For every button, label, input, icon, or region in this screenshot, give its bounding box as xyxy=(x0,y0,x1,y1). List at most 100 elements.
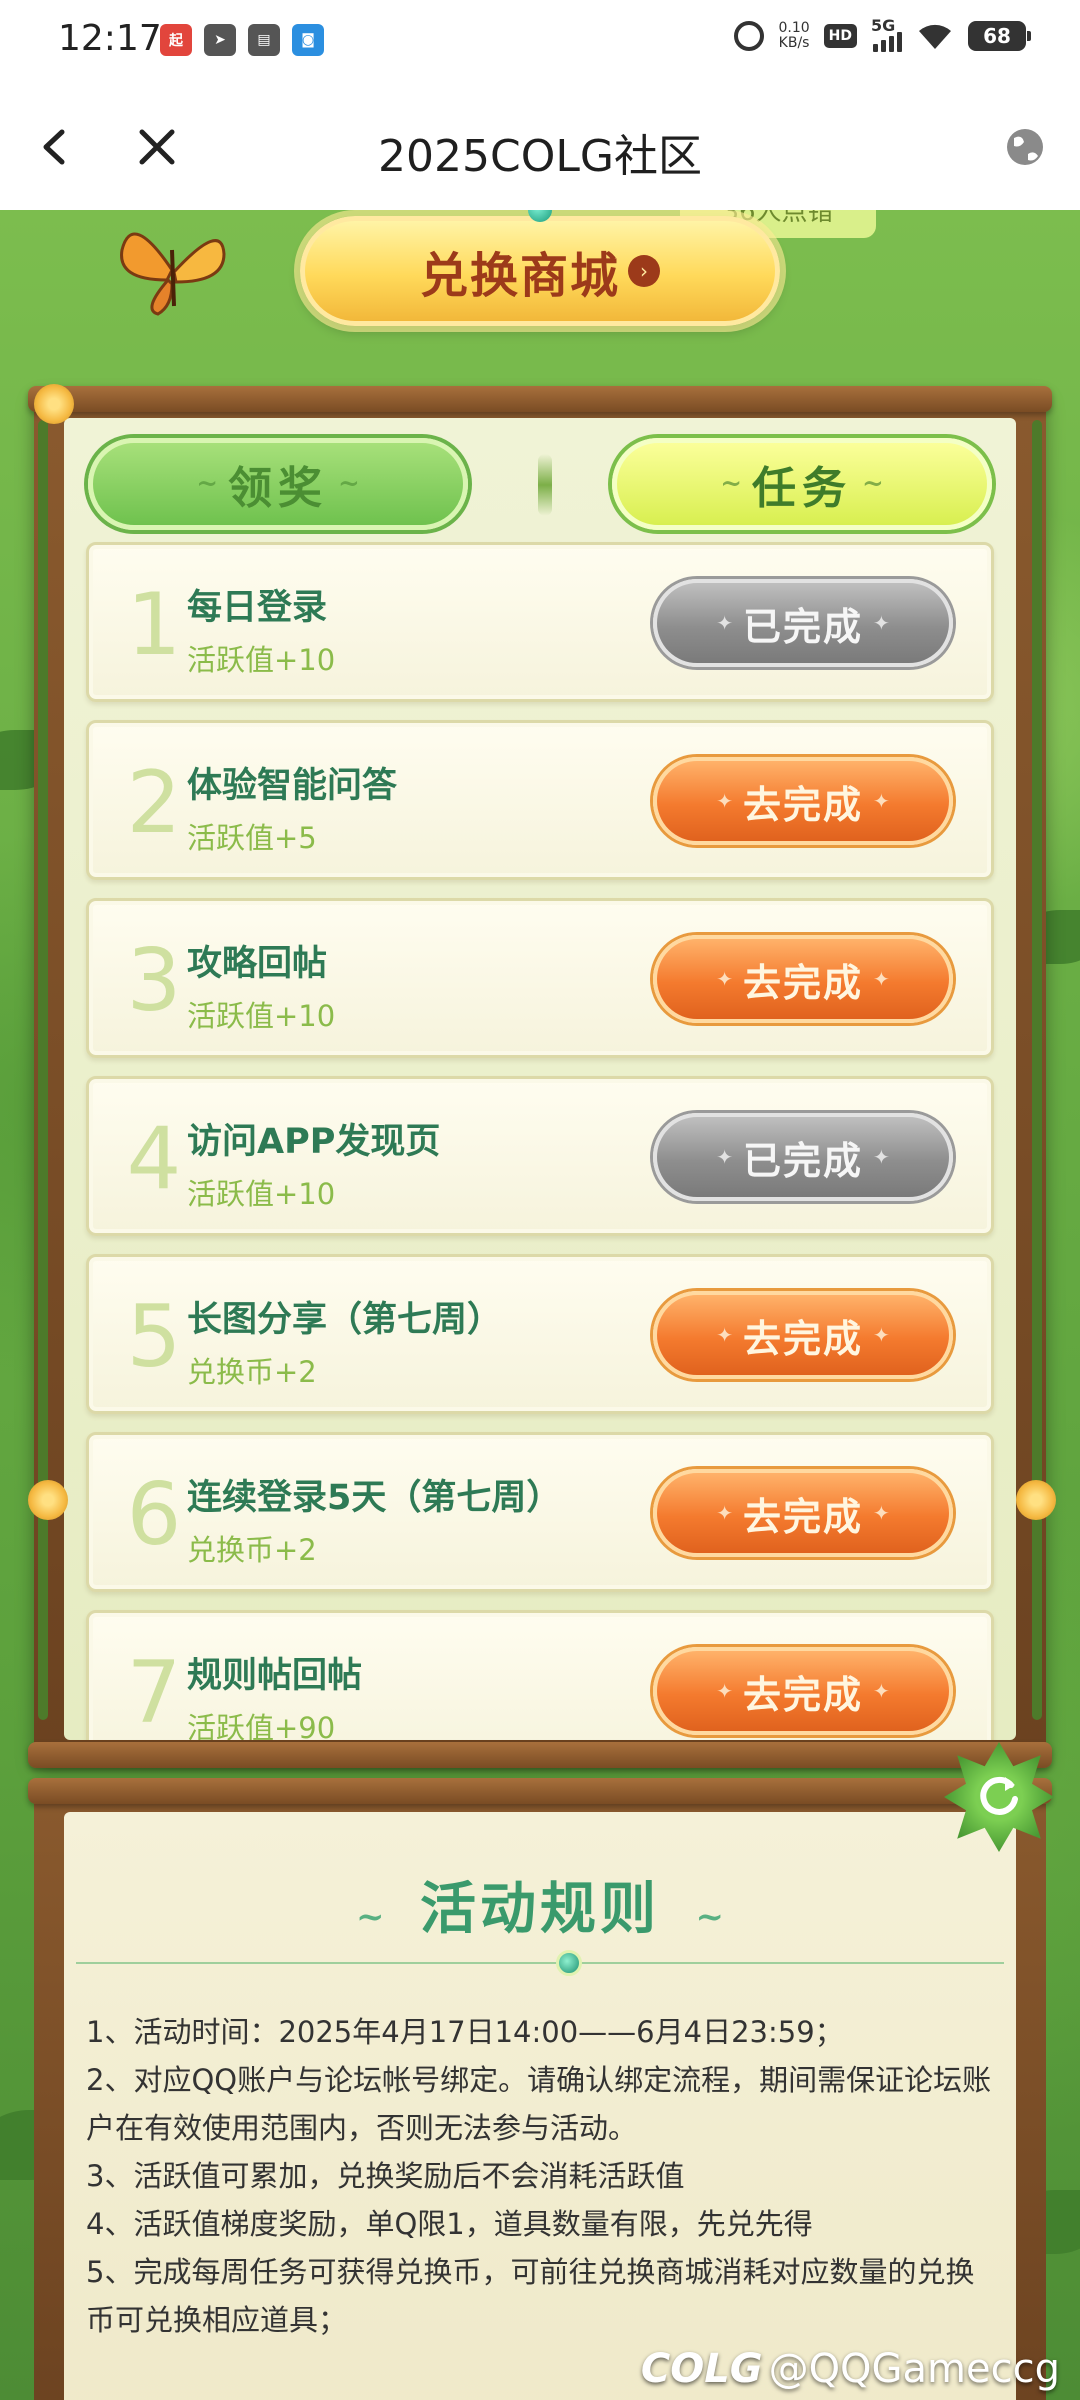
task-reward: 兑换币+2 xyxy=(187,1533,317,1567)
task-button-label: 去完成 xyxy=(742,1493,863,1539)
chat-app-icon: ◙ xyxy=(292,24,324,56)
task-reward: 兑换币+2 xyxy=(187,1355,317,1389)
flourish-icon: ~ xyxy=(356,1897,385,1937)
rules-text: 1、活动时间：2025年4月17日14:00——6月4日23:59； 2、对应Q… xyxy=(86,2008,994,2344)
task-title: 连续登录5天（第七周） xyxy=(187,1478,562,1518)
task-button-label: 去完成 xyxy=(742,959,863,1005)
ornament-icon: ✦ xyxy=(873,1323,890,1347)
ornament-icon: ✦ xyxy=(716,1679,733,1703)
task-go-button[interactable]: ✦ 去完成 ✦ xyxy=(653,757,953,845)
status-time: 12:17 xyxy=(58,18,162,59)
task-number: 7 xyxy=(126,1643,182,1740)
task-go-button[interactable]: ✦ 去完成 ✦ xyxy=(653,1469,953,1557)
exchange-shop-button[interactable]: 兑换商城 › xyxy=(300,216,780,326)
board-rail xyxy=(28,386,1052,412)
tab-rewards-label: 领奖 xyxy=(228,463,328,514)
status-bar: 12:17 起 ➤ ▤ ◙ 0.10 KB/s HD 5G 68 xyxy=(0,0,1080,84)
task-title: 访问APP发现页 xyxy=(187,1122,441,1162)
task-title: 体验智能问答 xyxy=(187,766,398,806)
task-row: 6 连续登录5天（第七周） 兑换币+2 ✦ 去完成 ✦ xyxy=(86,1432,994,1592)
refresh-button[interactable] xyxy=(944,1742,1054,1852)
watermark: COLG @QQGameccg xyxy=(641,2346,1060,2392)
flourish-icon: ~ xyxy=(695,1897,725,1937)
hd-badge: HD xyxy=(823,24,857,48)
refresh-icon xyxy=(980,1776,1018,1815)
tab-divider xyxy=(538,454,552,516)
gem-icon xyxy=(556,1950,582,1976)
task-number: 6 xyxy=(126,1465,182,1565)
board-rail xyxy=(28,1742,1052,1768)
rule-line: 5、完成每周任务可获得兑换币，可前往兑换商城消耗对应数量的兑换币可兑换相应道具； xyxy=(86,2255,975,2337)
battery-level: 68 xyxy=(983,24,1011,48)
task-number: 1 xyxy=(126,575,182,675)
task-title: 规则帖回帖 xyxy=(187,1656,363,1696)
vine-decoration xyxy=(38,420,48,1720)
rule-line: 1、活动时间：2025年4月17日14:00——6月4日23:59； xyxy=(86,2015,844,2049)
task-row: 4 访问APP发现页 活跃值+10 ✦ 已完成 ✦ xyxy=(86,1076,994,1236)
task-completed-button[interactable]: ✦ 已完成 ✦ xyxy=(653,579,953,667)
task-button-label: 已完成 xyxy=(742,603,863,649)
battery-icon: 68 xyxy=(968,21,1031,51)
rule-line: 3、活跃值可累加，兑换奖励后不会消耗活跃值 xyxy=(86,2159,685,2193)
board-rail xyxy=(28,1778,1052,1804)
activity-page: 36人点错 兑换商城 › ~ 领奖 ~ ~ 任务 ~ 1 每日登录 活跃值+10… xyxy=(0,210,1080,2400)
tab-bar: ~ 领奖 ~ ~ 任务 ~ xyxy=(64,418,1016,536)
system-indicators: 0.10 KB/s HD 5G 68 xyxy=(734,16,1031,52)
task-row: 7 规则帖回帖 活跃值+90 ✦ 去完成 ✦ xyxy=(86,1610,994,1740)
net-speed: 0.10 KB/s xyxy=(778,21,809,51)
task-button-label: 去完成 xyxy=(742,1671,863,1717)
ornament-icon: ✦ xyxy=(716,1145,733,1169)
globe-icon[interactable] xyxy=(992,114,1058,180)
ornament-icon: ✦ xyxy=(716,789,733,813)
ornament-icon: ✦ xyxy=(873,1679,890,1703)
task-button-label: 去完成 xyxy=(742,1315,863,1361)
task-row: 5 长图分享（第七周） 兑换币+2 ✦ 去完成 ✦ xyxy=(86,1254,994,1414)
butterfly-icon xyxy=(120,232,226,316)
task-board: ~ 领奖 ~ ~ 任务 ~ 1 每日登录 活跃值+10 ✦ 已完成 ✦ 2 体验… xyxy=(28,384,1056,1768)
rule-line: 4、活跃值梯度奖励，单Q限1，道具数量有限，先兑先得 xyxy=(86,2207,813,2241)
task-list: 1 每日登录 活跃值+10 ✦ 已完成 ✦ 2 体验智能问答 活跃值+5 ✦ 去… xyxy=(64,542,1016,1740)
ornament-icon: ✦ xyxy=(716,611,733,635)
task-row: 1 每日登录 活跃值+10 ✦ 已完成 ✦ xyxy=(86,542,994,702)
flourish-icon: ~ xyxy=(196,469,218,499)
task-number: 2 xyxy=(126,753,182,853)
net-speed-value: 0.10 xyxy=(778,20,810,36)
task-number: 3 xyxy=(126,931,182,1031)
rules-divider xyxy=(76,1962,1004,1964)
task-go-button[interactable]: ✦ 去完成 ✦ xyxy=(653,1647,953,1735)
ornament-icon: ✦ xyxy=(716,1323,733,1347)
flourish-icon: ~ xyxy=(720,469,742,499)
flourish-icon: ~ xyxy=(338,469,360,499)
ornament-icon: ✦ xyxy=(716,967,733,991)
task-title: 每日登录 xyxy=(187,588,328,628)
tab-tasks-label: 任务 xyxy=(752,463,852,514)
task-go-button[interactable]: ✦ 去完成 ✦ xyxy=(653,935,953,1023)
task-reward: 活跃值+10 xyxy=(187,643,336,677)
page-title: 2025COLG社区 xyxy=(378,131,702,182)
tab-rewards[interactable]: ~ 领奖 ~ xyxy=(88,438,468,530)
flourish-icon: ~ xyxy=(862,469,884,499)
rules-title-text: 活动规则 xyxy=(420,1876,660,1942)
ornament-icon: ✦ xyxy=(873,967,890,991)
task-title: 攻略回帖 xyxy=(187,944,328,984)
ornament-icon: ✦ xyxy=(873,1501,890,1525)
task-board-inner: ~ 领奖 ~ ~ 任务 ~ 1 每日登录 活跃值+10 ✦ 已完成 ✦ 2 体验… xyxy=(64,418,1016,1740)
rule-line: 2、对应QQ账户与论坛帐号绑定。请确认绑定流程，期间需保证论坛账户在有效使用范围… xyxy=(86,2063,992,2145)
signal-icon: 5G xyxy=(871,16,902,52)
rules-panel: ~ 活动规则 ~ 1、活动时间：2025年4月17日14:00——6月4日23:… xyxy=(64,1812,1016,2400)
title-bar: 2025COLG社区 xyxy=(0,84,1080,210)
task-reward: 活跃值+10 xyxy=(187,999,336,1033)
task-reward: 活跃值+5 xyxy=(187,821,317,855)
qidian-icon: 起 xyxy=(160,24,192,56)
task-button-label: 已完成 xyxy=(742,1137,863,1183)
task-number: 5 xyxy=(126,1287,182,1387)
tab-tasks[interactable]: ~ 任务 ~ xyxy=(612,438,992,530)
ornament-icon: ✦ xyxy=(873,789,890,813)
flower-icon xyxy=(28,1480,68,1520)
ornament-icon: ✦ xyxy=(716,1501,733,1525)
task-go-button[interactable]: ✦ 去完成 ✦ xyxy=(653,1291,953,1379)
task-row: 2 体验智能问答 活跃值+5 ✦ 去完成 ✦ xyxy=(86,720,994,880)
task-completed-button[interactable]: ✦ 已完成 ✦ xyxy=(653,1113,953,1201)
rules-title: ~ 活动规则 ~ xyxy=(64,1864,1016,1945)
task-title: 长图分享（第七周） xyxy=(187,1300,503,1340)
